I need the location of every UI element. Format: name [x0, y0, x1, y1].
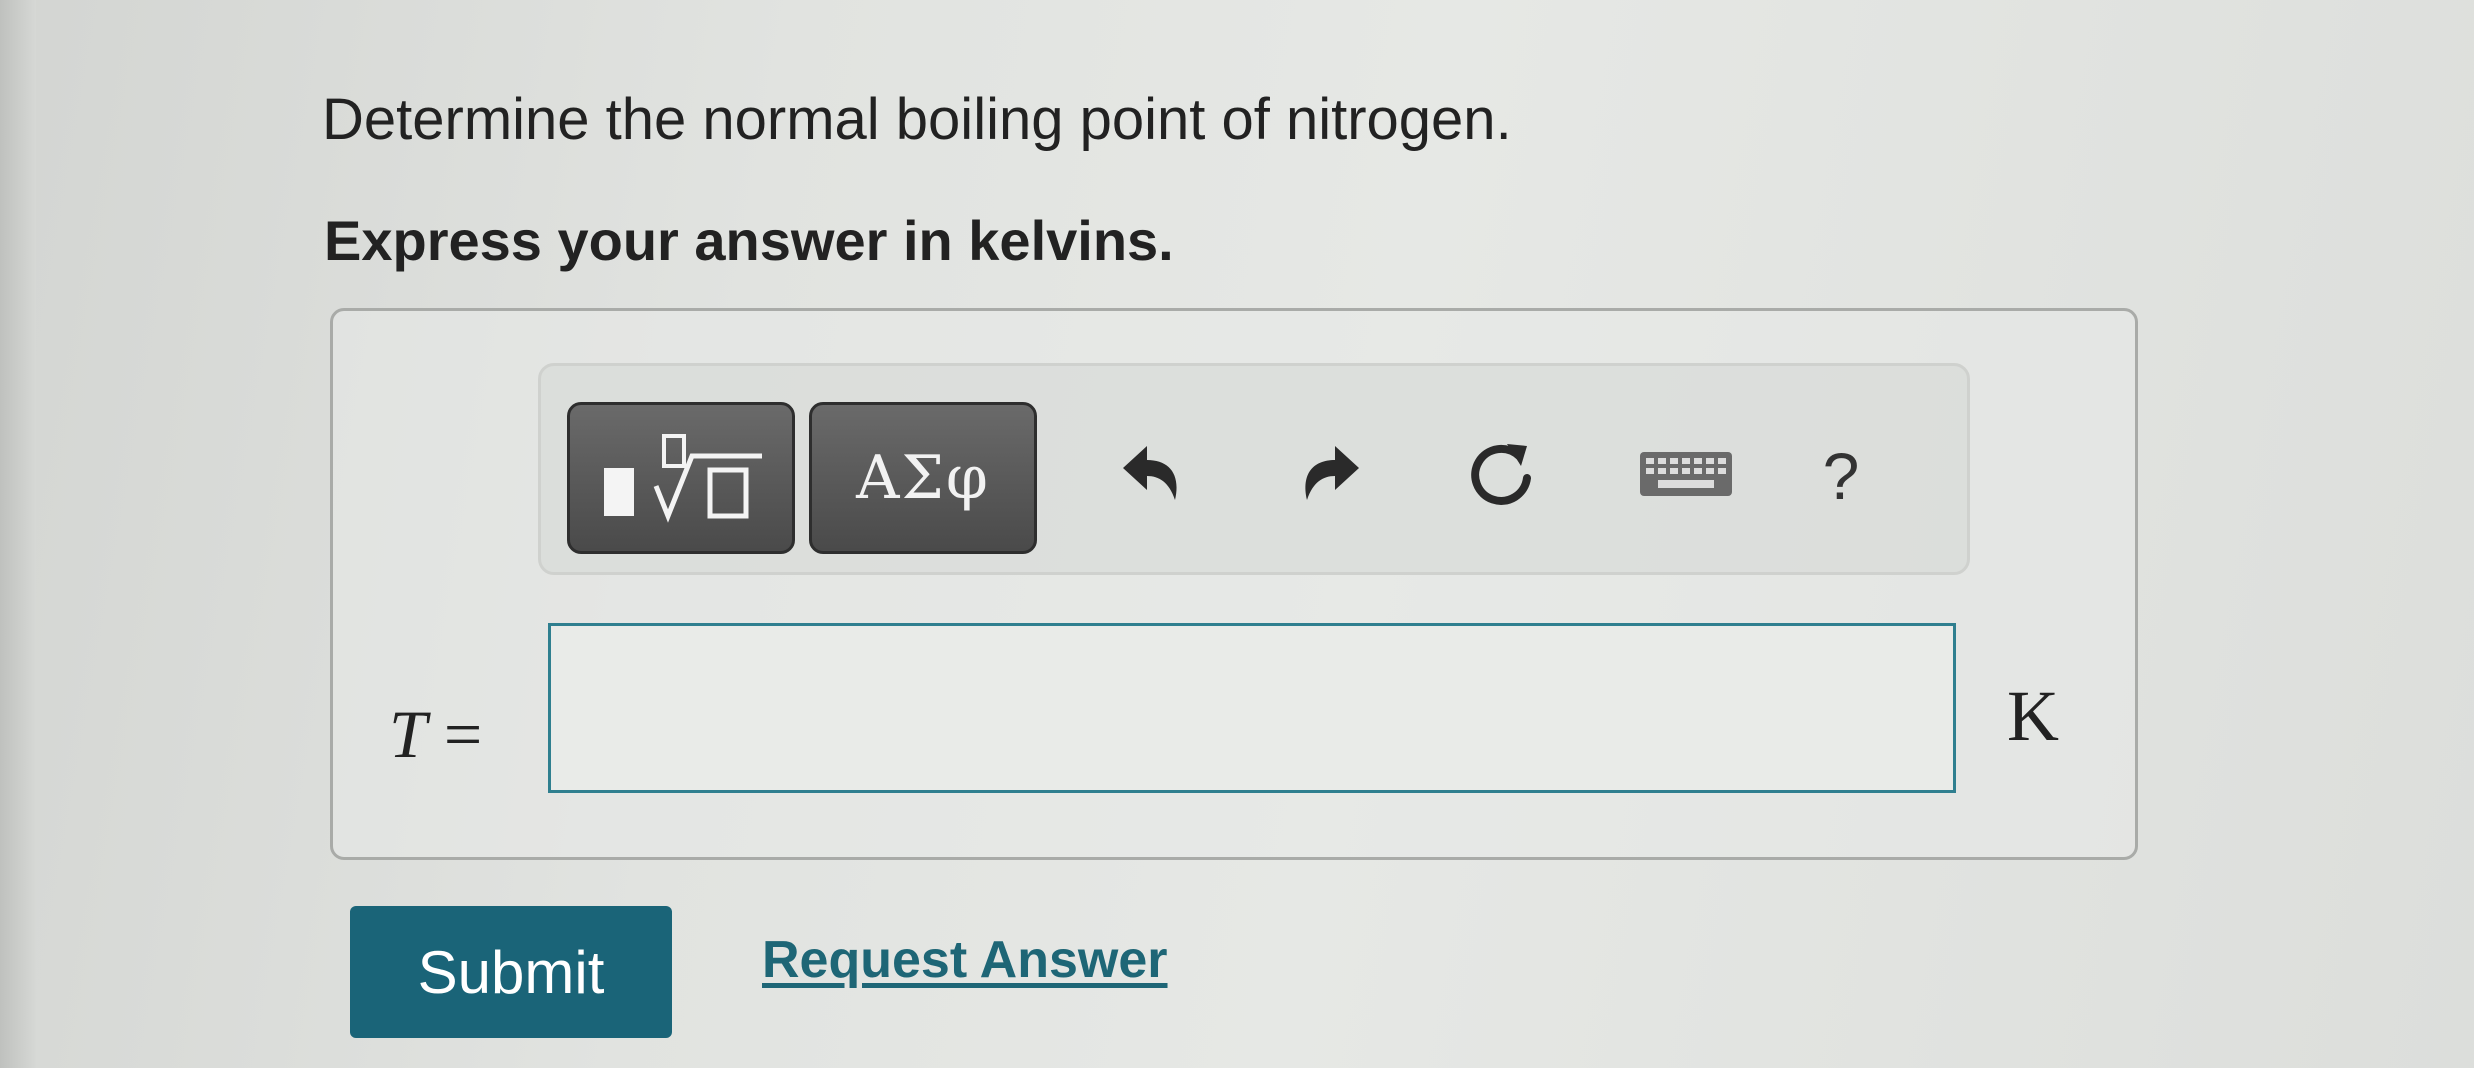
- variable-label: T =: [389, 695, 482, 774]
- greek-symbols-button[interactable]: ΑΣφ: [809, 402, 1037, 554]
- reset-button[interactable]: [1451, 426, 1551, 526]
- undo-arrow-icon: [1111, 434, 1191, 519]
- keyboard-icon: [1636, 444, 1736, 509]
- answer-panel: ΑΣφ ? T = K: [330, 308, 2138, 860]
- answer-input[interactable]: [548, 623, 1956, 793]
- answer-instruction: Express your answer in kelvins.: [324, 209, 1174, 272]
- submit-button[interactable]: Submit: [350, 906, 672, 1038]
- equals-sign: =: [443, 696, 483, 772]
- math-toolbar: ΑΣφ ?: [538, 363, 1970, 575]
- greek-symbols-label: ΑΣφ: [856, 443, 990, 513]
- question-prompt: Determine the normal boiling point of ni…: [322, 87, 1512, 152]
- undo-button[interactable]: [1101, 426, 1201, 526]
- redo-arrow-icon: [1291, 434, 1371, 519]
- keyboard-button[interactable]: [1631, 426, 1741, 526]
- variable-symbol: T: [389, 696, 427, 772]
- templates-button[interactable]: [567, 402, 795, 554]
- help-button[interactable]: ?: [1791, 426, 1891, 526]
- unit-label: K: [2007, 676, 2059, 756]
- redo-button[interactable]: [1281, 426, 1381, 526]
- templates-fraction-root-icon: [586, 416, 776, 541]
- request-answer-link[interactable]: Request Answer: [762, 930, 1168, 990]
- reset-circular-arrow-icon: [1461, 434, 1541, 519]
- screen-bezel: [0, 0, 36, 1068]
